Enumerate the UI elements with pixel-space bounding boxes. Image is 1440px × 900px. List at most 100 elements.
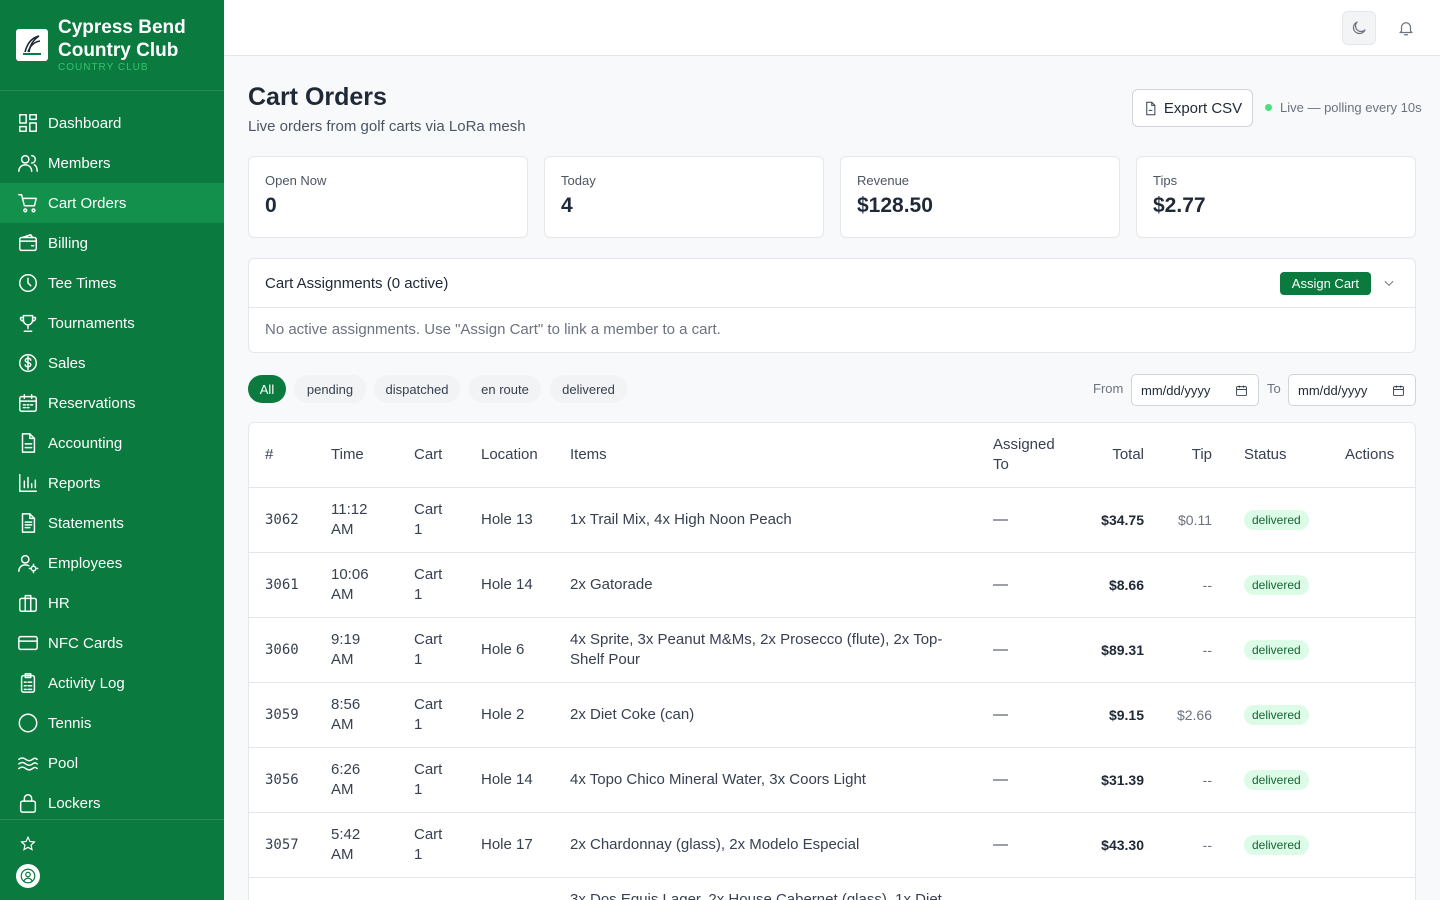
order-cart: Cart [398,877,465,900]
table-row[interactable]: 3059 8:56 AM Cart 1 Hole 2 2x Diet Coke (can… [249,682,1415,748]
order-location: Hole 13 [465,487,554,553]
stat-revenue: Revenue $128.50 [840,156,1120,238]
order-actions [1329,682,1415,748]
order-id: 3060 [249,617,315,683]
sidebar-item-dashboard[interactable]: Dashboard [0,103,224,143]
table-row[interactable]: 3061 10:06 AM Cart 1 Hole 14 2x Gatorade — $8.… [249,552,1415,618]
order-tip: -- [1160,552,1228,618]
order-total: $9.15 [1069,682,1160,748]
users-icon [16,151,40,175]
star-icon[interactable] [16,832,40,856]
sidebar-item-label: Reports [48,474,101,492]
sidebar-item-reports[interactable]: Reports [0,463,224,503]
grid-icon [16,111,40,135]
assign-cart-button[interactable]: Assign Cart [1279,271,1371,295]
export-csv-button[interactable]: Export CSV [1132,89,1253,127]
order-cart: Cart 1 [398,747,465,813]
order-assigned-to: — [977,552,1069,618]
sidebar-item-tournaments[interactable]: Tournaments [0,303,224,343]
brand[interactable]: Cypress Bend Country Club COUNTRY CLUB [0,0,224,91]
sidebar-item-sales[interactable]: Sales [0,343,224,383]
order-cart: Cart 1 [398,617,465,683]
column-header-location[interactable]: Location [465,423,554,488]
order-id: 3056 [249,747,315,813]
order-actions [1329,877,1415,900]
sidebar-item-label: Billing [48,234,89,252]
order-actions [1329,552,1415,618]
order-tip: $2.66 [1160,682,1228,748]
filter-chip-all[interactable]: All [248,375,286,403]
sidebar-nav: Dashboard Members Cart Orders Billing Te… [0,91,224,823]
sidebar-item-billing[interactable]: Billing [0,223,224,263]
order-id: 3059 [249,682,315,748]
order-status: delivered [1228,552,1329,618]
column-header-items[interactable]: Items [554,423,977,488]
chevron-down-icon[interactable] [1379,273,1399,293]
sidebar-item-label: Members [48,154,111,172]
sidebar-item-nfc-cards[interactable]: NFC Cards [0,623,224,663]
cart-assignments-title: Cart Assignments (0 active) [265,274,449,292]
lock-icon [16,791,40,815]
order-total: $31.39 [1069,747,1160,813]
filter-chip-dispatched[interactable]: dispatched [374,375,460,403]
sidebar-item-accounting[interactable]: Accounting [0,423,224,463]
filter-chip-pending[interactable]: pending [294,375,366,403]
order-id [249,877,315,900]
sidebar-item-lockers[interactable]: Lockers [0,783,224,823]
sidebar-item-statements[interactable]: Statements [0,503,224,543]
from-date-input[interactable]: mm/dd/yyyy [1131,374,1259,406]
notifications-button[interactable] [1389,11,1423,45]
column-header-status[interactable]: Status [1228,423,1329,488]
statement-icon [16,511,40,535]
sidebar-item-pool[interactable]: Pool [0,743,224,783]
orders-table-container: # Time Cart Location Items Assigned To T… [248,422,1416,900]
bar-chart-icon [16,471,40,495]
sidebar-item-tee-times[interactable]: Tee Times [0,263,224,303]
dollar-icon [16,351,40,375]
order-time: 6:26 AM [315,747,398,813]
sidebar-item-members[interactable]: Members [0,143,224,183]
sidebar-item-reservations[interactable]: Reservations [0,383,224,423]
to-date-input[interactable]: mm/dd/yyyy [1288,374,1416,406]
page-title: Cart Orders [248,83,387,111]
column-header-cart[interactable]: Cart [398,423,465,488]
calendar-icon [1236,385,1247,396]
sidebar-item-label: Tournaments [48,314,135,332]
filter-chip-en-route[interactable]: en route [469,375,541,403]
table-row[interactable]: 3060 9:19 AM Cart 1 Hole 6 4x Sprite, 3x Pea… [249,617,1415,683]
theme-toggle-button[interactable] [1342,11,1376,45]
order-status: delivered [1228,487,1329,553]
order-actions [1329,487,1415,553]
sidebar-item-activity-log[interactable]: Activity Log [0,663,224,703]
order-tip: $0.11 [1160,487,1228,553]
order-time: 5:42 AM [315,812,398,878]
table-row[interactable]: 3062 11:12 AM Cart 1 Hole 13 1x Trail Mix, 4… [249,487,1415,553]
order-assigned-to: — [977,487,1069,553]
filter-chip-delivered[interactable]: delivered [550,375,627,403]
table-row[interactable]: 3057 5:42 AM Cart 1 Hole 17 2x Chardonnay (g… [249,812,1415,878]
sidebar-item-employees[interactable]: Employees [0,543,224,583]
sidebar-item-tennis[interactable]: Tennis [0,703,224,743]
table-row[interactable]: 3:49Cart 3x Dos Equis Lager, 2x House Cab… [249,877,1415,900]
order-tip: -- [1160,747,1228,813]
bell-icon [1399,22,1413,36]
sidebar-item-hr[interactable]: HR [0,583,224,623]
order-cart: Cart 1 [398,682,465,748]
table-row[interactable]: 3056 6:26 AM Cart 1 Hole 14 4x Topo Chico Mi… [249,747,1415,813]
column-header-id[interactable]: # [249,423,315,488]
cart-assignments-header[interactable]: Cart Assignments (0 active) Assign Cart [249,259,1415,308]
column-header-assigned-to[interactable]: Assigned To [977,423,1069,488]
user-avatar-icon[interactable] [16,864,40,888]
sidebar-item-cart-orders[interactable]: Cart Orders [0,183,224,223]
stat-label: Revenue [857,173,910,188]
column-header-time[interactable]: Time [315,423,398,488]
order-status: delivered [1228,747,1329,813]
to-date-placeholder: mm/dd/yyyy [1298,382,1368,398]
file-icon [1146,101,1156,115]
clock-icon [16,271,40,295]
column-header-tip[interactable]: Tip [1160,423,1228,488]
waves-icon [16,751,40,775]
clipboard-icon [16,671,40,695]
column-header-total[interactable]: Total [1069,423,1160,488]
moon-icon [1352,21,1366,35]
